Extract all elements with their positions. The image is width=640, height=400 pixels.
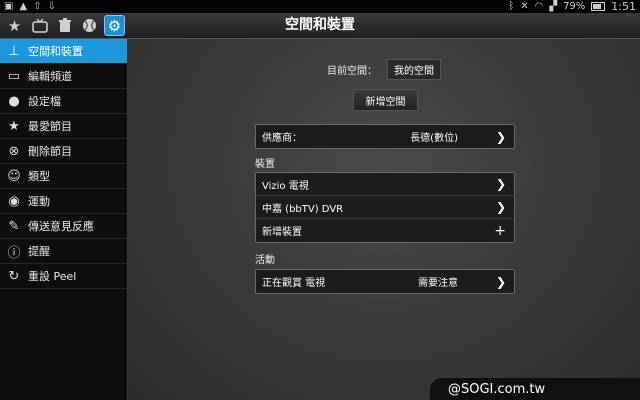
wifi-icon: ◠: [534, 1, 544, 12]
upload-icon: ⇧: [33, 1, 42, 12]
activity-label: 正在觀賞 電視: [262, 278, 326, 289]
star-icon[interactable]: ★: [4, 15, 25, 36]
sidebar-item-label: 重設 Peel: [28, 270, 77, 283]
warning-icon: ▲: [19, 1, 28, 12]
clock: 1:51: [611, 0, 636, 13]
sidebar-item-sports[interactable]: ◉ 運動: [0, 189, 127, 214]
device-label: 新增裝置: [262, 227, 302, 238]
device-label: 中嘉 (bbTV) DVR: [262, 203, 344, 215]
trash-icon[interactable]: [54, 15, 75, 36]
add-device-row[interactable]: 新增裝置 +: [256, 219, 514, 242]
masks-icon: ☺: [7, 168, 21, 184]
network-icon: ⊥: [8, 43, 20, 59]
chevron-right-icon: ❯: [495, 274, 506, 289]
sidebar-item-label: 空間和裝置: [28, 45, 83, 58]
plus-icon: +: [494, 222, 506, 239]
sidebar-item-delete-shows[interactable]: ⊗ 刪除節目: [0, 139, 127, 164]
delete-icon: ⊗: [8, 143, 20, 159]
ball-icon[interactable]: [79, 15, 100, 36]
edit-channel-icon: ▭: [7, 68, 21, 84]
sidebar-item-genres[interactable]: ☺ 類型: [0, 164, 127, 189]
tv-icon[interactable]: [29, 15, 50, 36]
ball-icon: ◉: [8, 193, 20, 209]
current-space-row: 目前空間： 我的空間: [128, 58, 640, 80]
sidebar-item-label: 刪除節目: [28, 145, 72, 158]
current-space-value[interactable]: 我的空間: [387, 58, 441, 80]
activity-row[interactable]: 正在觀賞 電視 需要注意 ❯: [256, 270, 514, 293]
chevron-right-icon: ❯: [495, 200, 506, 214]
feedback-icon: ✎: [8, 218, 20, 234]
activities-section-label: 活動: [255, 255, 275, 266]
chevron-right-icon: ❯: [495, 129, 506, 144]
activity-status: 需要注意: [418, 278, 458, 289]
sidebar-item-reminders[interactable]: ⓘ 提醒: [0, 239, 127, 264]
sidebar-item-label: 類型: [28, 170, 50, 183]
reset-icon: ↻: [8, 268, 20, 284]
device-label: Vizio 電視: [262, 180, 309, 192]
top-toolbar: 空間和裝置 ★ ⚙: [0, 13, 640, 39]
image-icon: ▣: [4, 1, 14, 12]
devices-panel: Vizio 電視 ❯ 中嘉 (bbTV) DVR ❯ 新增裝置 +: [255, 172, 515, 243]
sidebar-item-label: 提醒: [28, 245, 50, 258]
provider-label: 供應商：: [262, 133, 302, 144]
sidebar-item-reset-peel[interactable]: ↻ 重設 Peel: [0, 264, 127, 289]
signal-icon: ▞: [549, 1, 558, 12]
watermark: @SOGI.com.tw: [430, 378, 640, 400]
main-panel: 目前空間： 我的空間 新增空間 供應商： 長德(數位) ❯ 裝置 Vizio 電…: [128, 39, 640, 400]
download-icon: ⇩: [47, 1, 56, 12]
sidebar: ⊥ 空間和裝置 ▭ 編輯頻道 ● 設定檔 ★ 最愛節目 ⊗ 刪除節目 ☺ 類型 …: [0, 39, 128, 400]
activities-panel: 正在觀賞 電視 需要注意 ❯: [255, 269, 515, 294]
chevron-right-icon: ❯: [495, 177, 506, 191]
provider-row[interactable]: 供應商： 長德(數位) ❯: [256, 125, 514, 148]
profile-icon: ●: [8, 93, 20, 109]
device-row-dvr[interactable]: 中嘉 (bbTV) DVR ❯: [256, 196, 514, 219]
sidebar-item-edit-channels[interactable]: ▭ 編輯頻道: [0, 64, 127, 89]
provider-value: 長德(數位): [410, 133, 458, 144]
bluetooth-icon: ᛒ: [508, 1, 515, 12]
gear-icon[interactable]: ⚙: [104, 15, 125, 36]
sidebar-item-label: 傳送意見反應: [28, 220, 94, 233]
battery-percent: 79%: [563, 1, 586, 12]
devices-section-label: 裝置: [255, 159, 275, 170]
sidebar-item-feedback[interactable]: ✎ 傳送意見反應: [0, 214, 127, 239]
alert-icon: ⓘ: [7, 245, 21, 261]
add-space-button[interactable]: 新增空間: [353, 89, 418, 111]
sidebar-item-spaces-devices[interactable]: ⊥ 空間和裝置: [0, 39, 127, 64]
sidebar-item-label: 最愛節目: [28, 120, 72, 133]
sidebar-item-label: 運動: [28, 195, 50, 208]
sidebar-item-label: 編輯頻道: [28, 70, 72, 83]
current-space-label: 目前空間：: [327, 65, 377, 77]
device-row-vizio[interactable]: Vizio 電視 ❯: [256, 173, 514, 196]
mute-icon: ✕: [520, 1, 529, 12]
sidebar-item-favorites[interactable]: ★ 最愛節目: [0, 114, 127, 139]
star-icon: ★: [8, 118, 20, 134]
provider-panel: 供應商： 長德(數位) ❯: [255, 124, 515, 149]
battery-icon: [591, 2, 606, 11]
sidebar-item-label: 設定檔: [28, 95, 61, 108]
status-bar: ▣ ▲ ⇧ ⇩ ᛒ ✕ ◠ ▞ 79% 1:51: [0, 0, 640, 13]
sidebar-item-profile[interactable]: ● 設定檔: [0, 89, 127, 114]
